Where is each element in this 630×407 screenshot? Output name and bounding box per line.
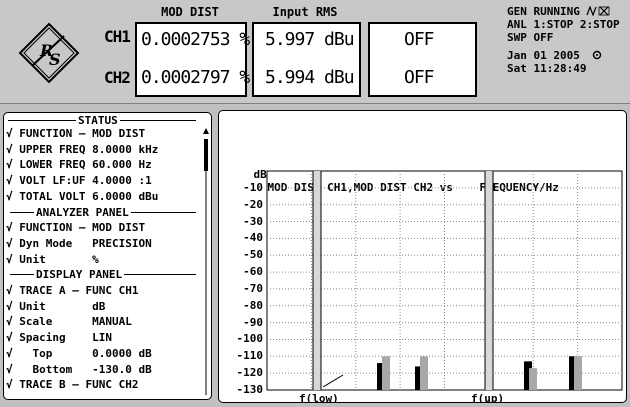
generator-icon xyxy=(586,5,610,17)
status-panel[interactable]: STATUS √ FUNCTION — MOD DIST √ UPPER FREQ… xyxy=(3,112,212,400)
y-tick-label: -30 xyxy=(243,214,263,228)
y-tick-label: -110 xyxy=(236,349,264,363)
y-tick-label: -40 xyxy=(243,231,263,245)
ch1-rms-value: 5.997 dBu xyxy=(265,29,355,50)
y-tick-label: -10 xyxy=(243,180,263,194)
x-label-flow: f(low) xyxy=(299,392,339,403)
status-row[interactable]: √ TRACE B — FUNC CH2 xyxy=(6,378,138,391)
y-tick-label: -80 xyxy=(243,298,263,312)
bar-ch2 xyxy=(382,356,390,390)
status-row[interactable]: √ VOLT LF:UF 4.0000 :1 xyxy=(6,174,152,187)
graph-title: MOD DIST CH1,MOD DIST CH2 vs FREQUENCY/H… xyxy=(267,181,559,194)
y-tick-label: -70 xyxy=(243,281,263,295)
status-scrollbar[interactable] xyxy=(202,127,210,397)
bar-ch1 xyxy=(569,356,577,390)
ch1-mod-dist-value: 0.0002753 % xyxy=(141,29,250,50)
gen-running-status: GEN RUNNING xyxy=(507,5,580,18)
graph-panel[interactable]: dB MOD DIST CH1,MOD DIST CH2 vs FREQUENC… xyxy=(218,110,627,403)
input-rms-column-title: Input RMS xyxy=(272,5,338,19)
y-tick-label: -20 xyxy=(243,197,263,211)
status-row[interactable]: √ Top 0.0000 dB xyxy=(6,347,152,360)
ch2-rms-value: 5.994 dBu xyxy=(265,67,355,88)
bar-ch2 xyxy=(529,368,537,390)
readout-header: R S CH1 CH2 MOD DIST Input RMS 0.0002753… xyxy=(0,0,630,104)
analyzer-status: ANL 1:STOP 2:STOP xyxy=(507,18,620,31)
date-display: Jan 01 2005 xyxy=(507,49,580,62)
status-row[interactable]: √ FUNCTION — MOD DIST xyxy=(6,221,145,234)
ch2-label: CH2 xyxy=(104,68,131,87)
mod-dist-column-title: MOD DIST xyxy=(161,5,219,19)
status-row[interactable]: √ Spacing LIN xyxy=(6,331,112,344)
ch2-off-value: OFF xyxy=(404,67,434,88)
bar-ch2 xyxy=(420,356,428,390)
x-label-fup: f(up) xyxy=(471,392,505,403)
disk-activity-icon xyxy=(593,50,602,60)
y-tick-label: -130 xyxy=(236,383,264,396)
status-row[interactable]: √ Dyn Mode PRECISION xyxy=(6,237,152,250)
ch1-label: CH1 xyxy=(104,27,131,46)
sweep-trace xyxy=(322,374,344,388)
bar-ch1 xyxy=(524,361,532,390)
status-row[interactable]: √ UPPER FREQ 8.0000 kHz xyxy=(6,143,158,156)
y-unit-label: dB xyxy=(253,168,267,181)
status-row[interactable]: √ Unit % xyxy=(6,253,99,266)
y-tick-label: -90 xyxy=(243,315,263,329)
status-row[interactable]: √ TOTAL VOLT 6.0000 dBu xyxy=(6,190,158,203)
bar-ch2 xyxy=(574,356,582,390)
status-section-heading: ANALYZER PANEL xyxy=(4,205,200,219)
status-section-heading: DISPLAY PANEL xyxy=(4,268,200,282)
bar-ch1 xyxy=(415,366,423,390)
status-row[interactable]: √ Unit dB xyxy=(6,300,105,313)
y-tick-label: -100 xyxy=(236,332,264,346)
status-row[interactable]: √ TRACE A — FUNC CH1 xyxy=(6,284,138,297)
status-row[interactable]: √ LOWER FREQ 60.000 Hz xyxy=(6,158,152,171)
status-row[interactable]: √ Scale MANUAL xyxy=(6,315,132,328)
bar-ch1 xyxy=(377,363,385,390)
y-tick-label: -60 xyxy=(243,265,263,279)
y-tick-label: -120 xyxy=(236,366,264,380)
status-row[interactable]: √ FUNCTION — MOD DIST xyxy=(6,127,145,140)
ch1-off-value: OFF xyxy=(404,29,434,50)
status-row[interactable]: √ Bottom -130.0 dB xyxy=(6,363,152,376)
generator-status: GEN RUNNING ANL 1:STOP 2:STOP SWP OFF Ja… xyxy=(507,5,629,75)
time-display: Sat 11:28:49 xyxy=(507,62,587,75)
ch2-mod-dist-value: 0.0002797 % xyxy=(141,67,250,88)
svg-text:S: S xyxy=(49,50,61,69)
status-panel-title: STATUS xyxy=(4,114,200,127)
y-tick-label: -50 xyxy=(243,248,263,262)
sweep-status: SWP OFF xyxy=(507,31,554,44)
rs-logo-icon: R S xyxy=(18,22,80,84)
